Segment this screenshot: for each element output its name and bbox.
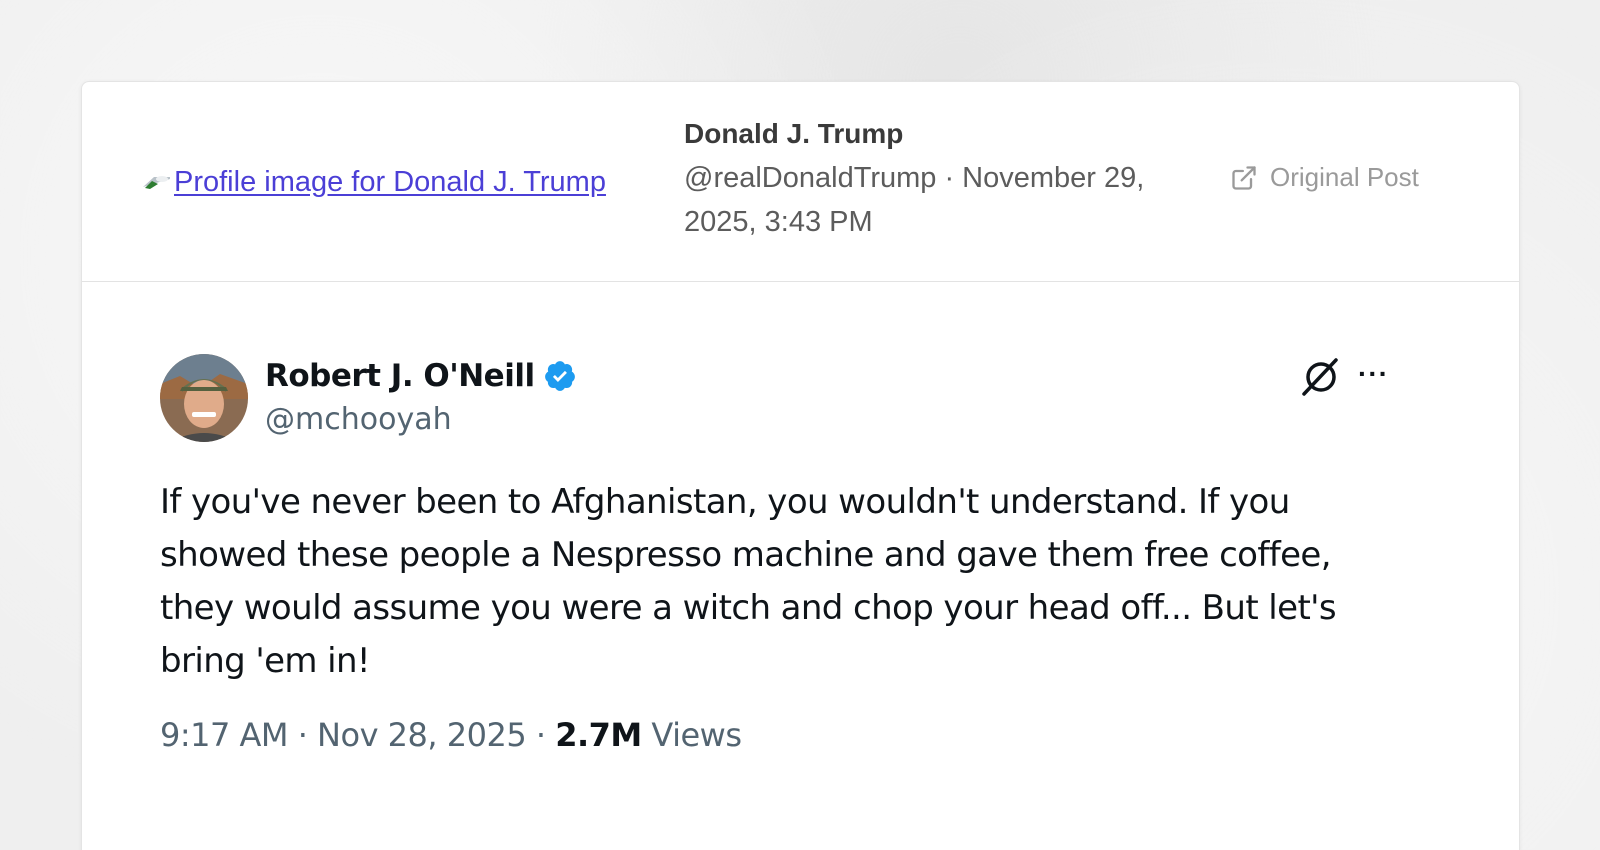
post-header: Profile image for Donald J. Trump Donald… <box>82 82 1519 282</box>
tweet-handle[interactable]: @mchooyah <box>265 398 577 442</box>
more-options-icon[interactable]: ··· <box>1358 358 1389 390</box>
tweet-author-name[interactable]: Robert J. O'Neill <box>265 358 535 394</box>
broken-image-icon <box>142 173 172 191</box>
post-card: Profile image for Donald J. Trump Donald… <box>81 81 1520 850</box>
verified-badge-icon <box>544 361 575 391</box>
author-block: Donald J. Trump @realDonaldTrump · Novem… <box>684 112 1224 244</box>
tweet-timestamp[interactable]: 9:17 AM · Nov 28, 2025 · <box>160 716 555 754</box>
external-link-icon <box>1232 165 1256 190</box>
original-post-link[interactable]: Original Post <box>1230 162 1419 193</box>
views-count: 2.7M <box>555 716 642 754</box>
profile-image-alt-text[interactable]: Profile image for Donald J. Trump <box>174 166 606 198</box>
tweet-footer: 9:17 AM · Nov 28, 2025 · 2.7M Views <box>160 716 1410 754</box>
avatar[interactable] <box>160 354 248 442</box>
author-meta: @realDonaldTrump · November 29, 2025, 3:… <box>684 162 1145 238</box>
views-label: Views <box>641 716 742 754</box>
tweet-header: Robert J. O'Neill @mchooyah ··· <box>160 354 1410 446</box>
grok-icon[interactable] <box>1300 356 1342 398</box>
tweet-text: If you've never been to Afghanistan, you… <box>160 482 1337 681</box>
tweet-user: Robert J. O'Neill @mchooyah <box>265 354 577 442</box>
original-post-label: Original Post <box>1270 162 1419 192</box>
embedded-tweet: Robert J. O'Neill @mchooyah ··· If you'v… <box>160 354 1410 754</box>
author-name: Donald J. Trump <box>684 118 904 149</box>
profile-image[interactable]: Profile image for Donald J. Trump <box>142 166 662 198</box>
